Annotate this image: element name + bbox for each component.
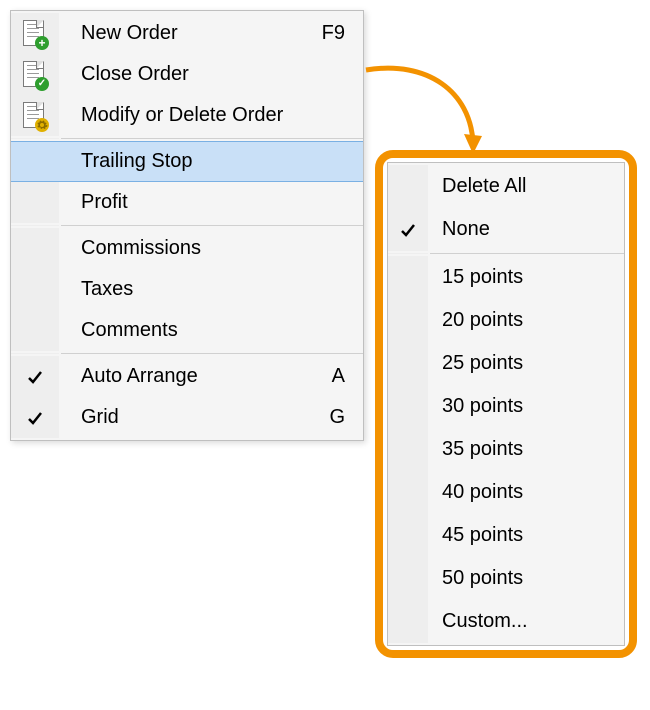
- menu-item-profit[interactable]: Profit: [11, 182, 363, 223]
- callout-highlight: Delete All None 15 points 20 points 25 p…: [375, 150, 637, 658]
- context-menu: + New Order F9 ✓ Close Order: [10, 10, 364, 441]
- submenu-item-points[interactable]: 50 points: [388, 557, 624, 600]
- menu-accel: A: [332, 365, 363, 388]
- menu-label: Profit: [59, 191, 345, 214]
- submenu-label: None: [428, 218, 624, 241]
- menu-accel: F9: [322, 22, 363, 45]
- document-add-icon: +: [23, 20, 47, 48]
- menu-item-trailing-stop[interactable]: Trailing Stop: [11, 141, 363, 182]
- trailing-stop-submenu: Delete All None 15 points 20 points 25 p…: [387, 162, 625, 646]
- check-icon: [27, 369, 43, 385]
- submenu-item-points[interactable]: 35 points: [388, 428, 624, 471]
- menu-item-modify-delete-order[interactable]: Modify or Delete Order: [11, 95, 363, 136]
- submenu-item-points[interactable]: 15 points: [388, 256, 624, 299]
- submenu-label: 35 points: [428, 438, 624, 461]
- menu-label: Comments: [59, 319, 363, 342]
- menu-label: Modify or Delete Order: [59, 104, 345, 127]
- submenu-separator: [388, 253, 624, 254]
- menu-item-close-order[interactable]: ✓ Close Order: [11, 54, 363, 95]
- menu-separator: [11, 225, 363, 226]
- submenu-item-points[interactable]: 25 points: [388, 342, 624, 385]
- document-ok-icon: ✓: [23, 61, 47, 89]
- submenu-item-points[interactable]: 40 points: [388, 471, 624, 514]
- menu-item-grid[interactable]: Grid G: [11, 397, 363, 438]
- submenu-item-points[interactable]: 45 points: [388, 514, 624, 557]
- submenu-label: 50 points: [428, 567, 624, 590]
- menu-item-new-order[interactable]: + New Order F9: [11, 13, 363, 54]
- submenu-label: Custom...: [428, 610, 624, 633]
- menu-label: New Order: [59, 22, 322, 45]
- menu-item-taxes[interactable]: Taxes: [11, 269, 363, 310]
- menu-separator: [11, 353, 363, 354]
- submenu-item-custom[interactable]: Custom...: [388, 600, 624, 643]
- menu-label: Commissions: [59, 237, 363, 260]
- submenu-item-delete-all[interactable]: Delete All: [388, 165, 624, 208]
- submenu-label: 15 points: [428, 266, 624, 289]
- submenu-label: 30 points: [428, 395, 624, 418]
- menu-accel: G: [329, 406, 363, 429]
- submenu-label: Delete All: [428, 175, 624, 198]
- menu-label: Taxes: [59, 278, 363, 301]
- submenu-label: 45 points: [428, 524, 624, 547]
- menu-label: Close Order: [59, 63, 345, 86]
- menu-item-commissions[interactable]: Commissions: [11, 228, 363, 269]
- menu-label: Grid: [59, 406, 329, 429]
- submenu-label: 40 points: [428, 481, 624, 504]
- document-gear-icon: [23, 102, 47, 130]
- submenu-item-points[interactable]: 30 points: [388, 385, 624, 428]
- menu-separator: [11, 138, 363, 139]
- submenu-item-points[interactable]: 20 points: [388, 299, 624, 342]
- menu-item-comments[interactable]: Comments: [11, 310, 363, 351]
- menu-item-auto-arrange[interactable]: Auto Arrange A: [11, 356, 363, 397]
- submenu-label: 20 points: [428, 309, 624, 332]
- submenu-label: 25 points: [428, 352, 624, 375]
- menu-label: Trailing Stop: [59, 150, 345, 173]
- submenu-item-none[interactable]: None: [388, 208, 624, 251]
- check-icon: [27, 410, 43, 426]
- check-icon: [400, 222, 416, 238]
- menu-label: Auto Arrange: [59, 365, 332, 388]
